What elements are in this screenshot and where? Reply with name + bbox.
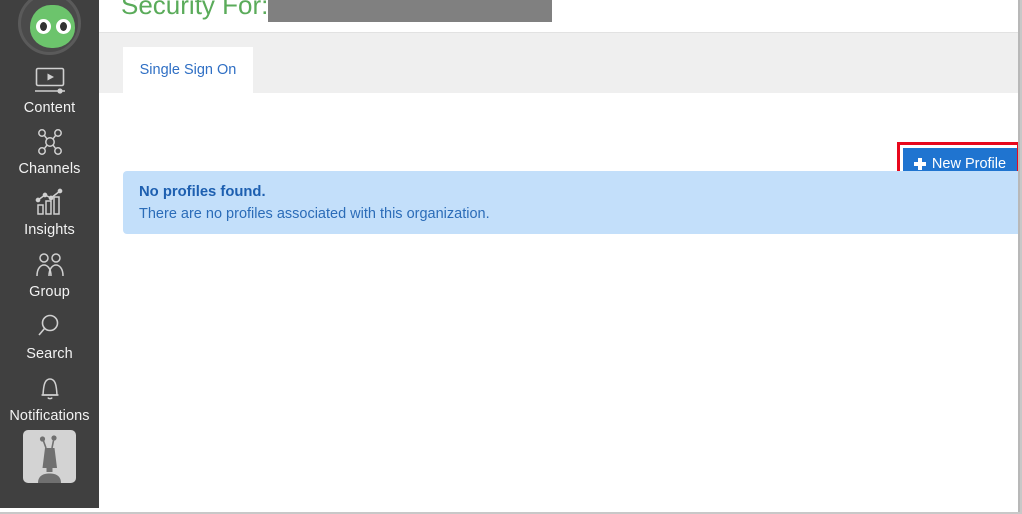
mascot-eye-right-icon [56,19,71,34]
new-profile-button-label: New Profile [931,156,1007,172]
tab-bar: Single Sign On [99,33,1020,93]
sidebar-item-group[interactable]: Group [0,248,99,301]
sidebar-item-notifications[interactable]: Notifications [0,372,99,425]
sidebar-item-notifications-label: Notifications [9,408,90,424]
bar-chart-trend-icon [0,186,99,220]
people-group-icon [0,248,99,282]
page-title: Security For: [121,0,269,20]
organization-name-redacted [268,0,552,22]
page-header: Security For: [99,0,1020,33]
application-window: Content Channels Insights Group Search N… [0,0,1022,514]
alert-message: There are no profiles associated with th… [139,206,490,222]
robot-avatar-icon [38,435,61,483]
alert-title: No profiles found. [139,184,266,200]
sidebar-item-group-label: Group [29,284,70,300]
tab-single-sign-on-label: Single Sign On [139,62,237,78]
primary-sidebar: Content Channels Insights Group Search N… [0,0,99,508]
sidebar-item-channels[interactable]: Channels [0,125,99,178]
sidebar-item-channels-label: Channels [18,161,81,177]
user-avatar[interactable] [23,430,76,483]
window-right-edge [1018,0,1020,512]
bell-icon [0,372,99,406]
plus-icon [913,158,926,170]
magnifier-icon [0,310,99,344]
network-nodes-icon [0,125,99,159]
video-monitor-icon [0,64,99,98]
sidebar-item-content[interactable]: Content [0,64,99,117]
sidebar-item-insights-label: Insights [24,222,75,238]
sidebar-item-content-label: Content [23,100,76,116]
toolbar: New Profile [99,93,1020,186]
main-content-area: Security For: Single Sign On New Profile… [99,0,1020,512]
no-profiles-alert: No profiles found. There are no profiles… [123,171,1020,234]
sidebar-item-insights[interactable]: Insights [0,186,99,239]
tab-single-sign-on[interactable]: Single Sign On [123,47,253,93]
mascot-logo[interactable] [18,0,81,55]
sidebar-item-search-label: Search [26,346,73,362]
sidebar-item-search[interactable]: Search [0,310,99,363]
mascot-eye-left-icon [36,19,51,34]
